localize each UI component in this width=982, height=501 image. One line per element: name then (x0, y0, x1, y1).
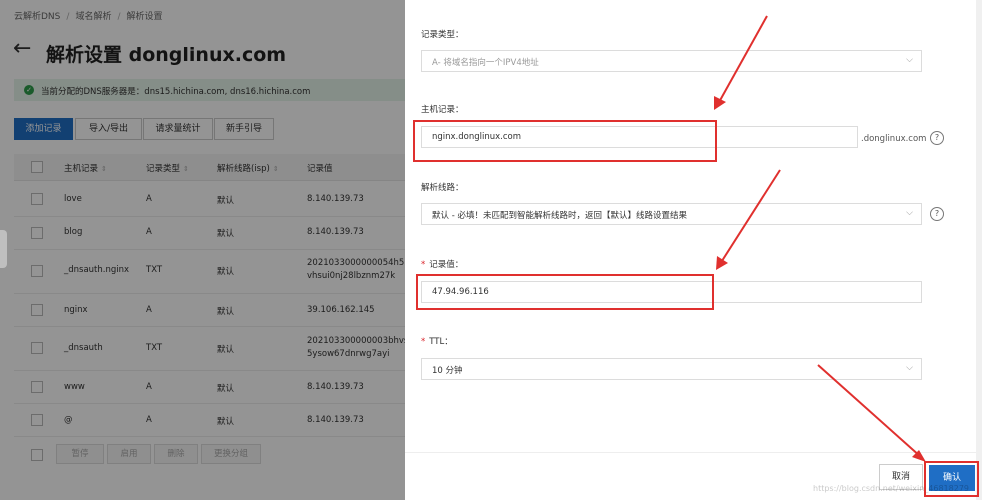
add-record-drawer (405, 0, 982, 500)
sidebar-collapse-handle[interactable] (0, 230, 7, 268)
record-type-select[interactable]: A- 将域名指向一个IPV4地址 ⌵ (421, 50, 922, 72)
highlight-host-record (413, 120, 717, 162)
required-mark: * (421, 337, 426, 347)
modal-backdrop[interactable] (0, 0, 405, 500)
chevron-down-icon: ⌵ (906, 363, 913, 373)
host-record-label: 主机记录： (421, 105, 464, 115)
question-circle-icon[interactable]: ? (930, 207, 944, 221)
required-mark: * (421, 260, 426, 270)
highlight-record-value (416, 274, 714, 310)
domain-suffix: .donglinux.com (861, 134, 927, 144)
ttl-label-text: TTL： (429, 337, 453, 347)
ttl-select[interactable]: 10 分钟 ⌵ (421, 358, 922, 380)
question-circle-icon[interactable]: ? (930, 131, 944, 145)
record-type-label: 记录类型： (421, 30, 464, 40)
resolution-line-select[interactable]: 默认 - 必填！未匹配到智能解析线路时，返回【默认】线路设置结果 ⌵ (421, 203, 922, 225)
scrollbar[interactable] (976, 0, 982, 500)
chevron-down-icon: ⌵ (906, 55, 913, 65)
resolution-line-label: 解析线路： (421, 183, 464, 193)
record-value-label-text: 记录值： (429, 260, 464, 270)
ttl-label: * TTL： (421, 335, 453, 347)
resolution-line-value: 默认 - 必填！未匹配到智能解析线路时，返回【默认】线路设置结果 (432, 211, 687, 221)
record-type-value: A- 将域名指向一个IPV4地址 (432, 58, 539, 68)
chevron-down-icon: ⌵ (906, 208, 913, 218)
highlight-confirm-button (924, 461, 979, 497)
record-value-label: * 记录值： (421, 258, 463, 270)
ttl-value: 10 分钟 (432, 366, 463, 376)
